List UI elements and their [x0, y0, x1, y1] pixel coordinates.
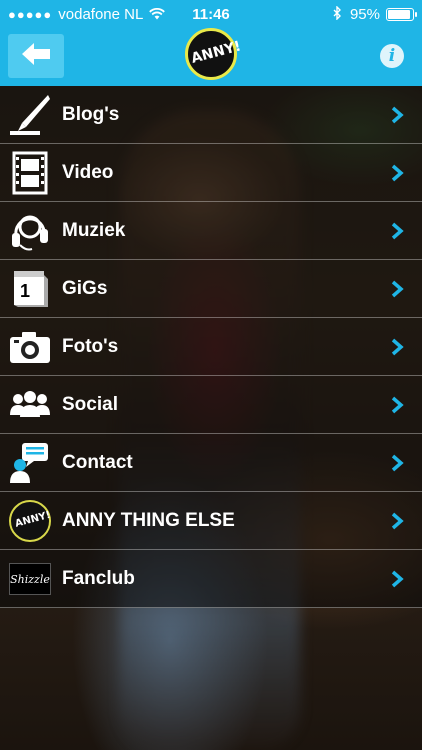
back-button[interactable] [8, 34, 64, 78]
chevron-right-icon [391, 454, 404, 472]
pen-icon [8, 93, 52, 137]
chevron-right-icon [391, 106, 404, 124]
camera-icon [8, 325, 52, 369]
status-bar: ●●●●● vodafone NL 11:46 95% [0, 0, 422, 28]
menu-item-muziek[interactable]: Muziek [0, 202, 422, 260]
menu-item-label: Foto's [62, 336, 119, 357]
menu-item-label: Contact [62, 452, 133, 473]
menu-item-anny-thing-else[interactable]: ANNY! ANNY THING ELSE [0, 492, 422, 550]
battery-percentage: 95% [349, 6, 380, 23]
menu-item-label: Blog's [62, 104, 120, 125]
shizzle-logo-icon: Shizzle [8, 557, 52, 601]
menu-item-label: Video [62, 162, 114, 183]
anny-logo[interactable]: ANNY! [185, 28, 243, 80]
anny-logo-icon: ANNY! [8, 499, 52, 543]
menu-item-label: Social [62, 394, 118, 415]
menu-item-blogs[interactable]: Blog's [0, 86, 422, 144]
menu-item-label: Fanclub [62, 568, 135, 589]
chevron-right-icon [391, 164, 404, 182]
calendar-day: 1 [20, 281, 30, 301]
arrow-left-icon [21, 42, 51, 71]
info-button[interactable]: i [380, 44, 404, 68]
chevron-right-icon [391, 280, 404, 298]
chevron-right-icon [391, 570, 404, 588]
menu-item-label: ANNY THING ELSE [62, 510, 235, 531]
menu-item-fotos[interactable]: Foto's [0, 318, 422, 376]
menu-item-gigs[interactable]: 1 GiGs [0, 260, 422, 318]
menu-item-fanclub[interactable]: Shizzle Fanclub [0, 550, 422, 608]
info-icon: i [388, 46, 396, 66]
people-icon [8, 383, 52, 427]
menu-item-label: Muziek [62, 220, 126, 241]
chevron-right-icon [391, 512, 404, 530]
chevron-right-icon [391, 396, 404, 414]
menu-item-social[interactable]: Social [0, 376, 422, 434]
film-icon [8, 151, 52, 195]
contact-icon [8, 441, 52, 485]
calendar-icon: 1 [8, 267, 52, 311]
menu-item-video[interactable]: Video [0, 144, 422, 202]
header-bar: ●●●●● vodafone NL 11:46 95% ANNY! i [0, 0, 422, 86]
menu-item-contact[interactable]: Contact [0, 434, 422, 492]
main-menu: Blog's Video Muziek 1 GiGs Foto's Social… [0, 86, 422, 608]
headphones-icon [8, 209, 52, 253]
battery-icon [386, 8, 417, 21]
chevron-right-icon [391, 222, 404, 240]
menu-item-label: GiGs [62, 278, 108, 299]
chevron-right-icon [391, 338, 404, 356]
bluetooth-icon [333, 5, 342, 23]
